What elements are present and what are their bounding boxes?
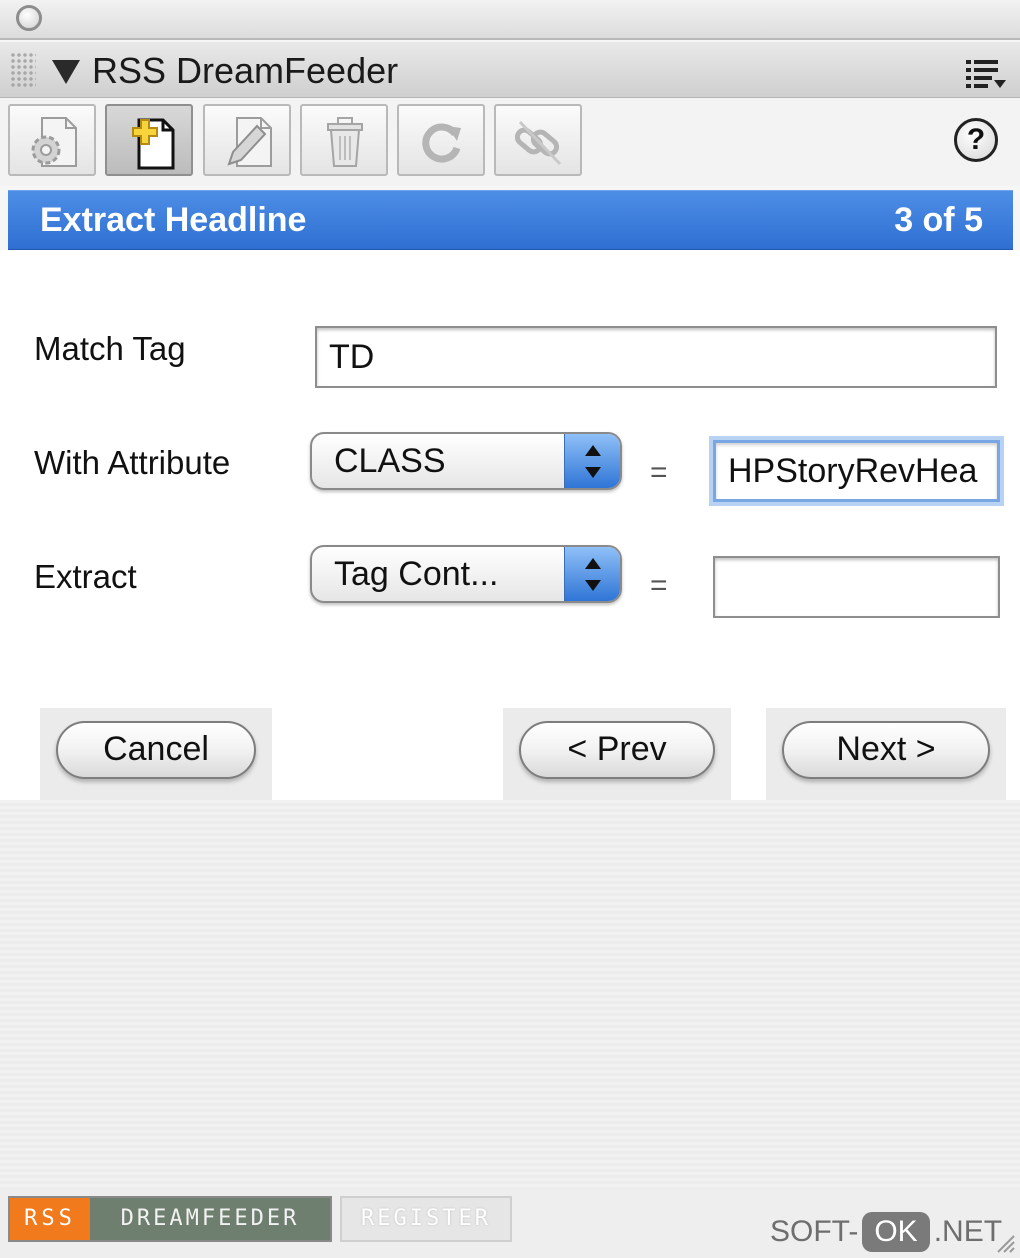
watermark: SOFT- OK .NET [770,1212,1002,1252]
match-tag-input[interactable] [315,326,997,388]
extract-value-input[interactable] [713,556,1000,618]
new-doc-icon [132,118,175,170]
refresh-icon [422,123,461,163]
extract-label: Extract [34,558,137,595]
help-button[interactable]: ? [954,118,998,162]
select-arrows-icon [564,434,620,488]
collapse-triangle-icon[interactable] [52,60,80,84]
extract-select-value: Tag Cont... [334,555,499,593]
trash-icon [327,117,363,167]
logo-name-text: DREAMFEEDER [90,1198,330,1240]
resize-grip-icon[interactable] [994,1232,1016,1254]
attribute-value-input[interactable] [713,440,1000,502]
attribute-select-value: CLASS [334,442,446,480]
panel-title: RSS DreamFeeder [92,50,399,91]
close-window-icon[interactable] [16,5,42,31]
empty-panel-area [0,800,1020,1200]
panel-header: RSS DreamFeeder [0,42,1020,98]
prev-button[interactable]: < Prev [519,721,715,779]
delete-button[interactable] [300,104,388,176]
edit-doc-icon [227,117,272,167]
link-button[interactable] [494,104,582,176]
dreamfeeder-logo[interactable]: RSS DREAMFEEDER [8,1196,332,1242]
match-tag-label: Match Tag [34,330,186,367]
watermark-suffix: .NET [933,1215,1003,1248]
cancel-button[interactable]: Cancel [56,721,256,779]
toolbar: ? [0,98,1020,186]
edit-doc-button[interactable] [203,104,291,176]
attribute-select[interactable]: CLASS [310,432,622,490]
step-counter: 3 of 5 [894,201,983,239]
logo-rss-text: RSS [10,1198,90,1240]
link-icon [514,120,562,166]
settings-doc-button[interactable] [8,104,96,176]
select-arrows-icon [564,547,620,601]
step-title: Extract Headline [40,201,307,239]
panel-menu-icon[interactable] [964,56,1008,92]
watermark-prefix: SOFT- [770,1215,859,1248]
attribute-equals-sign: = [650,456,668,489]
watermark-ok: OK [862,1212,930,1252]
step-header: Extract Headline 3 of 5 [8,190,1013,250]
settings-doc-icon [31,117,77,167]
drag-grip-icon[interactable] [10,52,36,88]
next-button[interactable]: Next > [782,721,990,779]
extract-select[interactable]: Tag Cont... [310,545,622,603]
refresh-button[interactable] [397,104,485,176]
extract-equals-sign: = [650,569,668,602]
new-doc-button[interactable] [105,104,193,176]
window-titlebar [0,0,1020,40]
with-attribute-label: With Attribute [34,444,231,481]
register-button[interactable]: REGISTER [340,1196,512,1242]
